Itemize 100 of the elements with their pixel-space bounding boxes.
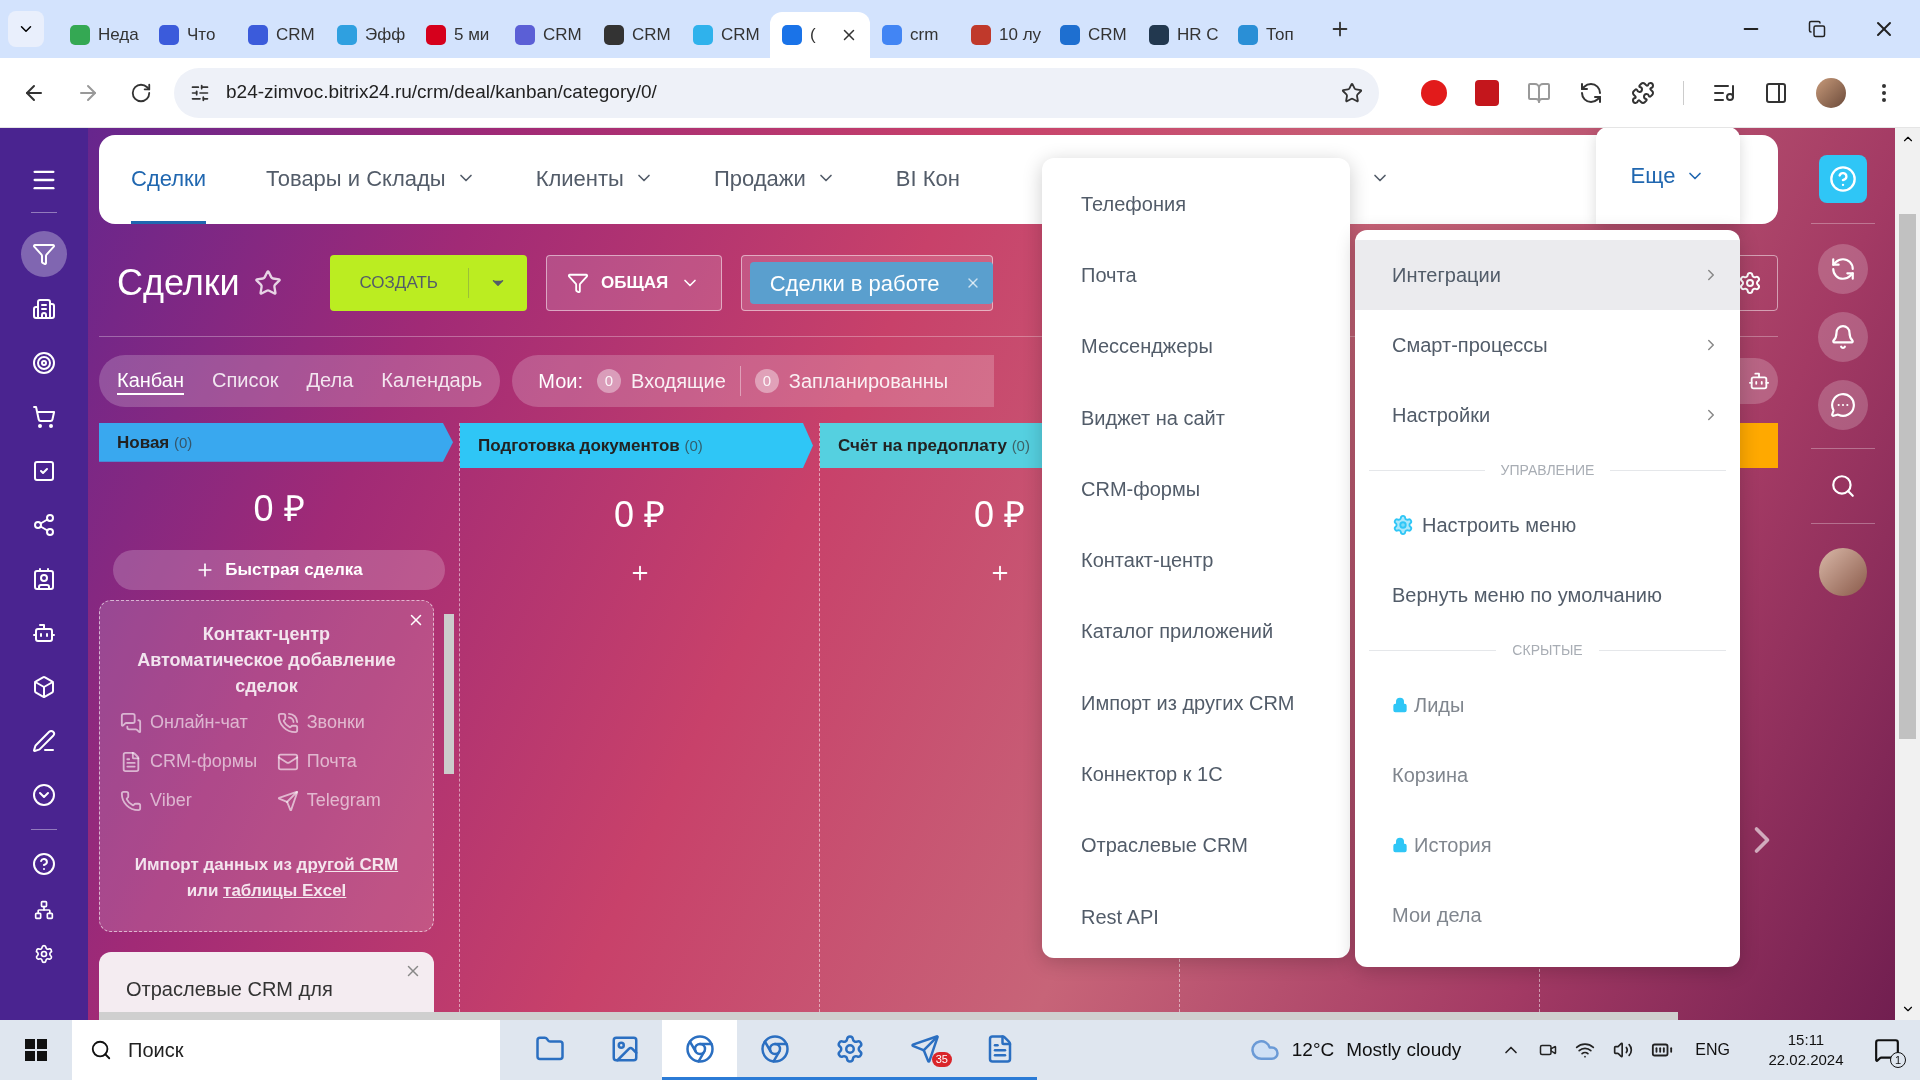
help-icon: [1828, 165, 1857, 193]
volume-icon[interactable]: [1613, 1040, 1634, 1060]
view-tab[interactable]: Календарь: [381, 367, 483, 395]
rail-button[interactable]: [1817, 312, 1868, 362]
phone-icon[interactable]: [120, 789, 142, 812]
settings-icon[interactable]: [34, 944, 54, 964]
quick-deal-button[interactable]: Быстрая сделка: [113, 549, 445, 590]
cube-icon[interactable]: [32, 675, 56, 699]
create-button[interactable]: СОЗДАТЬ: [329, 255, 527, 311]
taskbar-app[interactable]: 35: [887, 1020, 962, 1080]
address-field[interactable]: b24-zimvoc.bitrix24.ru/crm/deal/kanban/category/0/: [174, 67, 1379, 118]
nav-tab[interactable]: Сделки: [131, 135, 206, 224]
more-tab[interactable]: Еще: [1596, 128, 1740, 224]
import-link[interactable]: таблицы Excel: [223, 881, 347, 900]
side-panel-icon[interactable]: [1764, 80, 1788, 105]
menu-item[interactable]: Почта: [1042, 239, 1350, 311]
menu-item[interactable]: Мои дела: [1355, 880, 1740, 950]
browser-tab[interactable]: CRM: [681, 12, 770, 58]
import-link[interactable]: другой CRM: [296, 855, 399, 874]
browser-tab[interactable]: 5 ми: [414, 12, 503, 58]
form-icon[interactable]: [120, 750, 142, 773]
rail-button[interactable]: [1817, 380, 1868, 430]
browser-tab[interactable]: crm: [870, 12, 959, 58]
browser-tab[interactable]: Эфф: [325, 12, 414, 58]
menu-item[interactable]: Коннектор к 1С: [1042, 738, 1350, 810]
help-icon[interactable]: [32, 852, 56, 876]
pdf-icon[interactable]: [1475, 79, 1499, 106]
menu-item[interactable]: Мессенджеры: [1042, 310, 1350, 382]
network-icon[interactable]: [34, 900, 54, 920]
contact-card-icon[interactable]: [32, 567, 56, 591]
browser-tab[interactable]: HR C: [1137, 12, 1226, 58]
extensions-icon[interactable]: [1631, 80, 1655, 105]
menu-item[interactable]: Телефония: [1042, 168, 1350, 240]
view-tab[interactable]: Дела: [306, 367, 354, 395]
bookmark-star-icon[interactable]: [1341, 81, 1363, 104]
scrollbar-thumb[interactable]: [1899, 214, 1916, 739]
menu-item[interactable]: Интеграции: [1355, 240, 1740, 310]
pen-icon[interactable]: [32, 729, 56, 753]
notifications-icon[interactable]: [1874, 1037, 1900, 1063]
clock[interactable]: 15:11 22.02.2024: [1758, 1030, 1854, 1070]
user-avatar[interactable]: [1818, 548, 1867, 596]
menu-item[interactable]: Каталог приложений: [1042, 595, 1350, 668]
nav-tab[interactable]: Продажи: [713, 135, 836, 224]
nav-tab[interactable]: Клиенты: [535, 135, 654, 224]
search-icon[interactable]: [1829, 473, 1856, 499]
view-tab[interactable]: Список: [212, 367, 279, 395]
robot-icon[interactable]: [32, 621, 56, 645]
browser-tab[interactable]: Что: [147, 12, 236, 58]
help-button[interactable]: [1818, 155, 1867, 203]
menu-item[interactable]: Вернуть меню по умолчанию: [1355, 560, 1740, 630]
taskbar-search-field[interactable]: Поиск: [72, 1020, 500, 1080]
menu-item[interactable]: Импорт из других CRM: [1042, 667, 1350, 739]
wifi-icon[interactable]: [1575, 1040, 1596, 1060]
building-icon[interactable]: [32, 297, 56, 321]
view-tab[interactable]: Канбан: [117, 367, 184, 395]
filter-button[interactable]: [21, 231, 67, 277]
scrollbar-thumb[interactable]: [444, 614, 454, 774]
language-indicator[interactable]: ENG: [1695, 1038, 1730, 1062]
nav-tab[interactable]: Товары и Склады: [266, 135, 476, 224]
menu-item[interactable]: Корзина: [1355, 740, 1740, 810]
send-icon[interactable]: [276, 789, 299, 812]
book-icon[interactable]: [1527, 80, 1551, 105]
browser-tab[interactable]: (: [770, 12, 870, 58]
chevron-down-icon[interactable]: [32, 783, 56, 807]
browser-tab[interactable]: CRM: [592, 12, 681, 58]
restore-icon[interactable]: [1808, 20, 1826, 38]
browser-tab[interactable]: 10 лу: [959, 12, 1048, 58]
rail-button[interactable]: [1817, 244, 1868, 294]
menu-item[interactable]: Настроить меню: [1355, 490, 1740, 560]
checkbox-icon[interactable]: [32, 459, 56, 483]
reload-icon[interactable]: [130, 81, 152, 104]
browser-tab[interactable]: Неда: [58, 12, 147, 58]
filter-icon: [32, 242, 56, 266]
menu-item[interactable]: Настройки: [1355, 380, 1740, 450]
site-info-icon[interactable]: [190, 82, 210, 103]
browser-tab[interactable]: Топ: [1226, 12, 1315, 58]
robot-button[interactable]: [1740, 358, 1778, 404]
browser-tab[interactable]: CRM: [503, 12, 592, 58]
favorite-star-icon[interactable]: [253, 269, 282, 297]
category-button[interactable]: ОБЩАЯ: [545, 255, 722, 311]
browser-tab[interactable]: CRM: [1048, 12, 1137, 58]
phone-icon[interactable]: [276, 711, 299, 734]
sync-icon[interactable]: [1579, 80, 1603, 105]
target-icon[interactable]: [32, 351, 56, 375]
menu-item[interactable]: Rest API: [1042, 880, 1350, 953]
profile-avatar[interactable]: [1816, 77, 1846, 108]
menu-item[interactable]: Контакт-центр: [1042, 524, 1350, 596]
adblock-icon[interactable]: [1421, 79, 1447, 106]
menu-item[interactable]: Смарт-процессы: [1355, 310, 1740, 380]
chat-icon[interactable]: [120, 711, 142, 734]
menu-item[interactable]: Лиды: [1355, 670, 1740, 740]
menu-item[interactable]: История: [1355, 810, 1740, 880]
nav-tab[interactable]: BI Кон: [895, 135, 960, 224]
horizontal-scrollbar[interactable]: [99, 1012, 1678, 1020]
counter-link[interactable]: 0 Входящие: [597, 366, 726, 396]
share-icon[interactable]: [32, 513, 56, 537]
taskbar-app[interactable]: [662, 1020, 737, 1080]
menu-item[interactable]: Отраслевые CRM: [1042, 809, 1350, 881]
cart-icon[interactable]: [32, 405, 56, 429]
browser-tab[interactable]: CRM: [236, 12, 325, 58]
